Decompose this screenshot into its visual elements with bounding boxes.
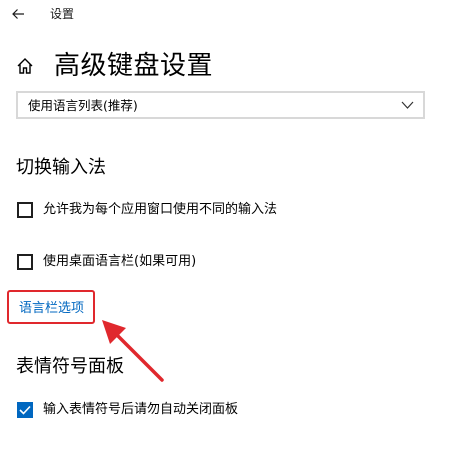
checkbox-label: 允许我为每个应用窗口使用不同的输入法 bbox=[43, 202, 278, 217]
window-title: 设置 bbox=[50, 7, 75, 21]
chevron-down-icon bbox=[401, 101, 414, 109]
highlight-box: 语言栏选项 bbox=[7, 290, 95, 324]
language-bar-options-link[interactable]: 语言栏选项 bbox=[19, 300, 84, 318]
page-header: 高级键盘设置 bbox=[14, 46, 213, 86]
checkbox-box-checked[interactable] bbox=[17, 402, 33, 418]
checkbox-desktop-language-bar[interactable]: 使用桌面语言栏(如果可用) bbox=[17, 251, 196, 273]
language-list-dropdown[interactable]: 使用语言列表(推荐) bbox=[16, 91, 425, 119]
checkbox-keep-emoji-panel-open[interactable]: 输入表情符号后请勿自动关闭面板 bbox=[17, 399, 238, 421]
checkbox-label: 使用桌面语言栏(如果可用) bbox=[43, 254, 197, 269]
checkbox-box[interactable] bbox=[17, 254, 33, 270]
checkmark-icon bbox=[19, 405, 31, 415]
settings-page: 设置 高级键盘设置 使用语言列表(推荐) 切换输入法 允许我为每个应用窗口使用不… bbox=[0, 0, 451, 467]
back-arrow-icon bbox=[12, 9, 24, 19]
title-bar: 设置 bbox=[0, 0, 451, 30]
page-title: 高级键盘设置 bbox=[54, 51, 214, 81]
section-title-switch-input: 切换输入法 bbox=[16, 157, 106, 178]
home-icon[interactable] bbox=[14, 55, 36, 77]
section-title-emoji-panel: 表情符号面板 bbox=[16, 356, 124, 377]
checkbox-box[interactable] bbox=[17, 202, 33, 218]
checkbox-label: 输入表情符号后请勿自动关闭面板 bbox=[43, 402, 239, 417]
checkbox-per-app-input[interactable]: 允许我为每个应用窗口使用不同的输入法 bbox=[17, 199, 277, 221]
dropdown-selected-value: 使用语言列表(推荐) bbox=[28, 98, 138, 113]
back-button[interactable] bbox=[4, 2, 32, 26]
